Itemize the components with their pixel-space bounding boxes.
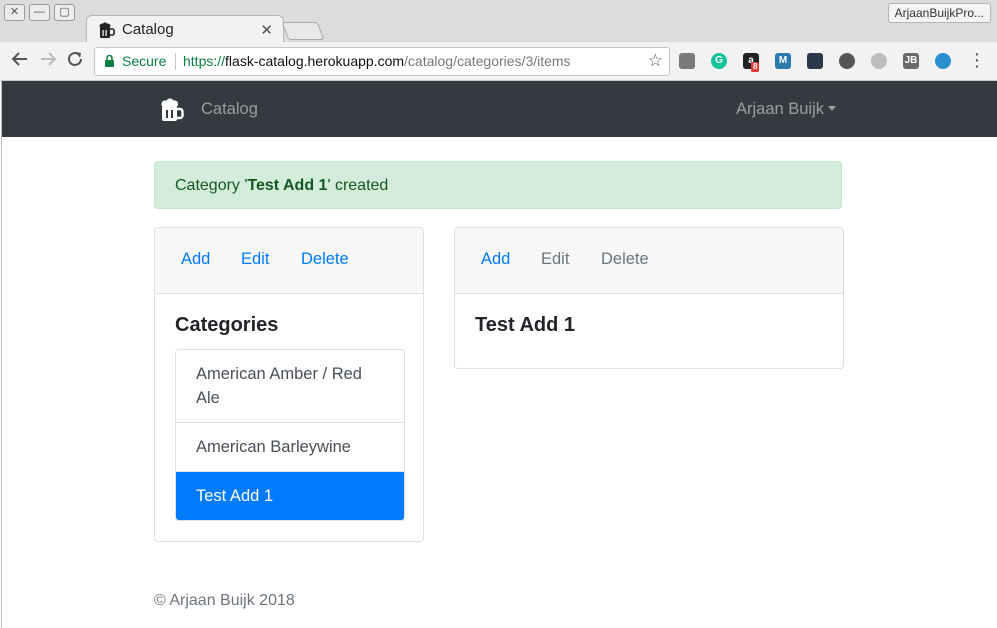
- forward-arrow-icon[interactable]: [39, 50, 57, 72]
- success-alert: Category 'Test Add 1' created: [154, 161, 842, 209]
- delete-item-link[interactable]: Delete: [601, 250, 649, 269]
- edit-category-link[interactable]: Edit: [241, 250, 269, 269]
- items-card-header: Add Edit Delete: [455, 228, 843, 294]
- beer-mug-icon: [99, 22, 115, 44]
- site-navbar: Catalog Arjaan Buijk: [2, 81, 997, 137]
- browser-titlebar: ✕ — ▢ Catalog ✕ ArjaanBuijkPro...: [0, 0, 997, 44]
- category-item-test-add-1[interactable]: Test Add 1: [176, 472, 404, 520]
- alert-suffix: ' created: [327, 177, 389, 194]
- m-extension-icon[interactable]: M: [775, 53, 791, 69]
- edit-item-link[interactable]: Edit: [541, 250, 569, 269]
- delete-category-link[interactable]: Delete: [301, 250, 349, 269]
- user-dropdown[interactable]: Arjaan Buijk: [736, 100, 837, 119]
- categories-card-header: Add Edit Delete: [155, 228, 423, 294]
- reload-icon[interactable]: [66, 50, 84, 72]
- browser-menu-icon[interactable]: ⋮: [968, 51, 986, 69]
- window-maximize-button[interactable]: ▢: [54, 4, 75, 21]
- user-name: Arjaan Buijk: [736, 100, 825, 118]
- items-title: Test Add 1: [475, 314, 576, 336]
- web-page: Catalog Arjaan Buijk Category 'Test Add …: [1, 81, 997, 628]
- navbar-brand[interactable]: Catalog: [201, 100, 258, 119]
- url-scheme: https://: [183, 53, 226, 69]
- window-minimize-button[interactable]: —: [29, 4, 50, 21]
- alert-prefix: Category ': [175, 177, 248, 194]
- cube-icon[interactable]: [871, 53, 887, 69]
- omnibox-divider: [175, 53, 176, 70]
- url-path: /catalog/categories/3/items: [404, 53, 571, 69]
- browser-toolbar: Secure https://flask-catalog.herokuapp.c…: [0, 42, 997, 81]
- secure-label: Secure: [122, 53, 167, 69]
- jb-icon[interactable]: JB: [903, 53, 919, 69]
- amazon-assistant-icon[interactable]: a8: [743, 53, 760, 72]
- url-host: flask-catalog.herokuapp.com: [225, 53, 405, 69]
- add-category-link[interactable]: Add: [181, 250, 210, 269]
- category-item-american-amber[interactable]: American Amber / Red Ale: [176, 350, 404, 423]
- add-item-link[interactable]: Add: [481, 250, 510, 269]
- back-arrow-icon[interactable]: [11, 50, 29, 72]
- url-text[interactable]: https://flask-catalog.herokuapp.com/cata…: [183, 53, 571, 69]
- beer-mug-icon[interactable]: [160, 97, 186, 128]
- categories-card: Add Edit Delete Categories American Ambe…: [154, 227, 424, 542]
- items-card: Add Edit Delete Test Add 1: [454, 227, 844, 369]
- eye-icon[interactable]: [839, 53, 855, 69]
- browser-tab[interactable]: Catalog ✕: [86, 15, 284, 44]
- address-bar[interactable]: Secure https://flask-catalog.herokuapp.c…: [94, 47, 670, 76]
- extension-grey-icon[interactable]: [679, 53, 695, 69]
- categories-title: Categories: [175, 314, 279, 336]
- footer-copyright: © Arjaan Buijk 2018: [154, 592, 295, 609]
- dark-extension-icon[interactable]: [807, 53, 823, 69]
- categories-list: American Amber / Red Ale American Barley…: [175, 349, 405, 521]
- lock-icon: [104, 54, 115, 73]
- profile-button[interactable]: ArjaanBuijkPro...: [887, 3, 991, 23]
- extension-badge: 8: [751, 62, 760, 72]
- tab-title: Catalog: [122, 21, 174, 38]
- category-item-american-barleywine[interactable]: American Barleywine: [176, 423, 404, 472]
- caret-down-icon: [828, 106, 837, 111]
- bookmark-star-icon[interactable]: ☆: [648, 51, 663, 71]
- shield-extension-icon[interactable]: [935, 53, 951, 69]
- window-close-button[interactable]: ✕: [4, 4, 25, 21]
- tab-close-icon[interactable]: ✕: [260, 21, 273, 39]
- alert-category-name: Test Add 1: [247, 177, 328, 194]
- new-tab-button[interactable]: [281, 22, 325, 40]
- grammarly-icon[interactable]: G: [711, 53, 727, 69]
